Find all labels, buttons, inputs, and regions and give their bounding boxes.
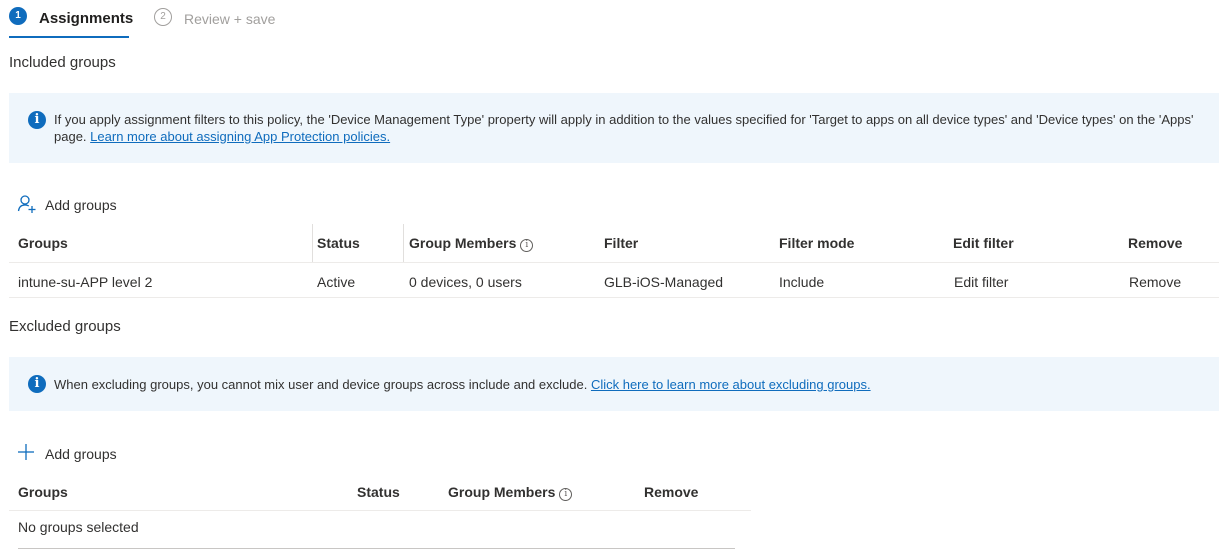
add-user-icon [17,195,36,213]
info-icon: i [28,111,46,129]
edit-filter-link[interactable]: Edit filter [954,274,1008,290]
horizontal-scrollbar[interactable] [18,548,735,549]
column-header-remove[interactable]: Remove [1128,235,1182,251]
info-circle-icon[interactable]: i [559,488,573,501]
excluded-info-banner: i When excluding groups, you cannot mix … [9,357,1219,411]
excluded-column-header-status[interactable]: Status [357,484,400,500]
excluded-info-text: When excluding groups, you cannot mix us… [54,377,588,392]
column-header-edit-filter[interactable]: Edit filter [953,235,1014,251]
column-header-filter-mode[interactable]: Filter mode [779,235,854,251]
info-circle-icon[interactable]: i [520,239,534,252]
step-assignments-tab[interactable]: Assignments [39,10,133,27]
add-groups-label: Add groups [45,446,117,462]
add-groups-label: Add groups [45,197,117,213]
column-header-group-members[interactable]: Group Members i [409,235,534,252]
add-excluded-groups-button[interactable]: Add groups [17,443,127,465]
included-info-message: If you apply assignment filters to this … [54,111,1194,145]
included-groups-title: Included groups [9,54,116,71]
column-header-status[interactable]: Status [317,235,360,251]
table-row: intune-su-APP level 2 Active 0 devices, … [9,263,1219,297]
group-members-header-label: Group Members [448,484,556,500]
empty-state-text: No groups selected [18,519,139,535]
remove-group-link[interactable]: Remove [1129,274,1181,290]
column-header-filter[interactable]: Filter [604,235,638,251]
step-1-indicator[interactable]: 1 [9,7,27,25]
learn-more-excluding-groups-link[interactable]: Click here to learn more about excluding… [591,377,871,392]
excluded-groups-title: Excluded groups [9,318,121,335]
row-group-members: 0 devices, 0 users [409,274,522,290]
excluded-info-message: When excluding groups, you cannot mix us… [54,376,1194,393]
row-group-name: intune-su-APP level 2 [18,274,153,290]
row-filter: GLB-iOS-Managed [604,274,724,290]
included-info-banner: i If you apply assignment filters to thi… [9,93,1219,163]
row-filter-mode: Include [779,274,825,290]
excluded-column-header-groups[interactable]: Groups [18,484,68,500]
excluded-column-header-group-members[interactable]: Group Members i [448,484,573,501]
add-groups-button[interactable]: Add groups [17,194,127,216]
row-status: Active [317,274,356,290]
group-members-header-label: Group Members [409,235,517,251]
excluded-column-header-remove[interactable]: Remove [644,484,698,500]
step-review-save-tab[interactable]: Review + save [184,11,275,27]
column-divider [312,224,313,262]
step-2-indicator[interactable]: 2 [154,8,172,26]
column-header-groups[interactable]: Groups [18,235,68,251]
info-icon: i [28,375,46,393]
active-step-underline [9,36,129,38]
table-row-divider [9,297,1219,298]
column-divider [403,224,404,262]
learn-more-app-protection-link[interactable]: Learn more about assigning App Protectio… [90,129,390,144]
table-header-divider [9,510,751,511]
plus-icon [18,444,34,460]
